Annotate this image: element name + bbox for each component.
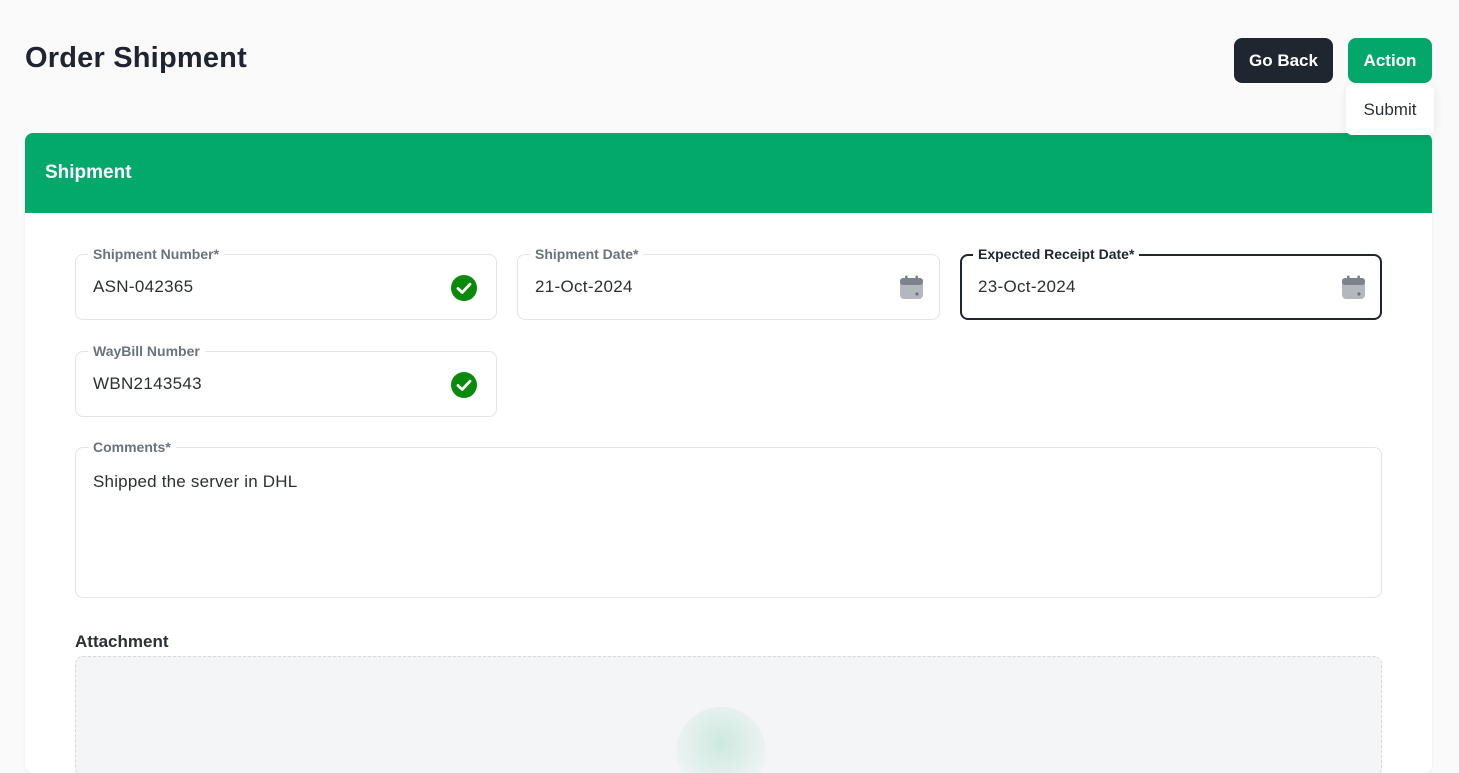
calendar-icon[interactable]: [1341, 275, 1366, 301]
waybill-number-label: WayBill Number: [88, 342, 205, 360]
shipment-card: Shipment Shipment Number* ASN-042365 Shi…: [25, 133, 1432, 773]
comments-value: Shipped the server in DHL: [93, 472, 298, 491]
shipment-number-label: Shipment Number*: [88, 245, 225, 263]
comments-label: Comments*: [88, 438, 176, 456]
attachment-dropzone[interactable]: [75, 656, 1382, 773]
shipment-number-value: ASN-042365: [93, 277, 194, 296]
check-circle-icon: [451, 275, 477, 301]
attachment-label: Attachment: [75, 632, 169, 651]
check-circle-icon: [451, 372, 477, 398]
expected-receipt-date-label: Expected Receipt Date*: [973, 245, 1140, 263]
shipment-number-field[interactable]: Shipment Number* ASN-042365: [75, 245, 497, 320]
expected-receipt-date-field[interactable]: Expected Receipt Date* 23-Oct-2024: [960, 245, 1382, 320]
upload-icon: [676, 707, 766, 773]
waybill-number-field[interactable]: WayBill Number WBN2143543: [75, 342, 497, 417]
card-title: Shipment: [45, 162, 132, 183]
page-title: Order Shipment: [25, 42, 247, 74]
go-back-button[interactable]: Go Back: [1234, 38, 1333, 83]
action-dropdown-menu: Submit: [1346, 85, 1434, 135]
shipment-date-label: Shipment Date*: [530, 245, 644, 263]
calendar-icon[interactable]: [899, 275, 924, 301]
shipment-date-value: 21-Oct-2024: [535, 277, 633, 296]
submit-menu-item[interactable]: Submit: [1364, 100, 1417, 120]
comments-textarea[interactable]: Comments* Shipped the server in DHL: [75, 438, 1382, 598]
waybill-number-value: WBN2143543: [93, 374, 202, 393]
card-header: Shipment: [25, 133, 1432, 213]
shipment-date-field[interactable]: Shipment Date* 21-Oct-2024: [517, 245, 940, 320]
action-button[interactable]: Action: [1348, 38, 1432, 83]
expected-receipt-date-value: 23-Oct-2024: [978, 277, 1076, 296]
